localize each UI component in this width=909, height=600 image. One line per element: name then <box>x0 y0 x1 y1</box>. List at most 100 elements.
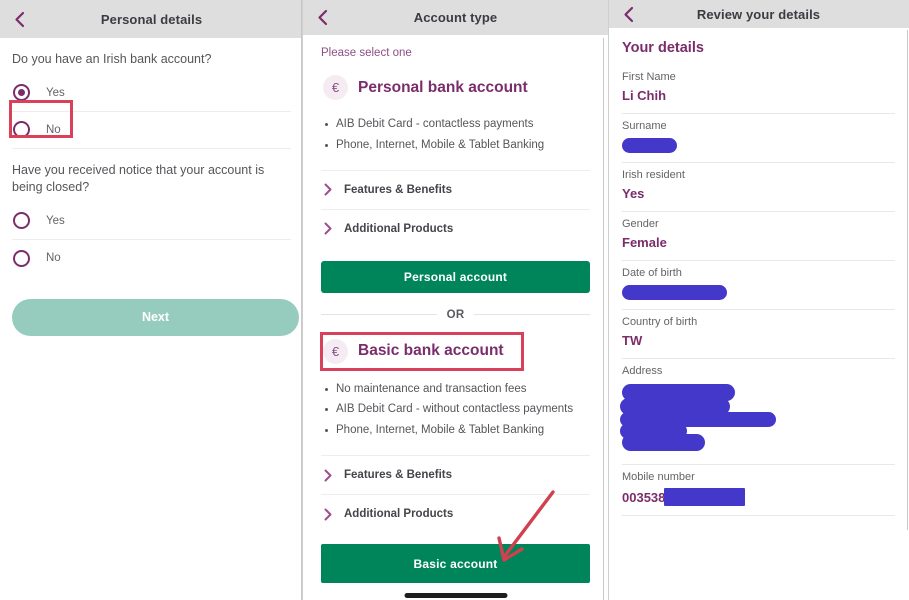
expander-personal-features-benefits[interactable]: Features & Benefits <box>321 169 590 209</box>
panel-review-details: Review your details Your details First N… <box>608 0 909 600</box>
detail-row-irish-resident: Irish resident Yes <box>622 163 895 213</box>
divider-line-right <box>474 314 591 316</box>
back-button-account-type[interactable] <box>313 9 331 27</box>
account-type-list: Please select one € Personal bank accoun… <box>303 47 608 584</box>
account-option-personal[interactable]: € Personal bank account AIB Debit Card -… <box>321 72 590 293</box>
account-option-basic-title: Basic bank account <box>358 342 504 360</box>
detail-label: Irish resident <box>622 169 685 182</box>
radio-option-closed-no[interactable]: No <box>12 240 291 277</box>
header-account-type: Account type <box>303 0 608 35</box>
expander-label: Features & Benefits <box>344 469 453 482</box>
detail-label: First Name <box>622 71 676 83</box>
select-prompt: Please select one <box>321 47 412 59</box>
next-button[interactable]: Next <box>12 298 299 336</box>
radio-icon-selected <box>13 84 30 102</box>
detail-label: Gender <box>622 218 659 231</box>
account-option-personal-features: AIB Debit Card - contactless payments Ph… <box>321 116 590 155</box>
personal-details-form: Do you have an Irish bank account? Yes N… <box>0 51 303 336</box>
header-personal-details: Personal details <box>0 0 303 38</box>
detail-label: Address <box>622 365 663 378</box>
page-title-personal-details: Personal details <box>100 11 203 27</box>
scrollbar-panel-2[interactable] <box>603 38 604 600</box>
list-item: Phone, Internet, Mobile & Tablet Banking <box>325 422 590 440</box>
expander-basic-features-benefits[interactable]: Features & Benefits <box>321 455 590 494</box>
euro-icon: € <box>323 75 348 100</box>
page-title-review-details: Review your details <box>696 6 821 22</box>
home-indicator <box>404 593 507 598</box>
detail-row-first-name: First Name Li Chih <box>622 65 895 114</box>
radio-label-irish-no: No <box>46 123 61 136</box>
detail-value: 003538 <box>622 488 895 507</box>
account-option-personal-title: Personal bank account <box>358 78 528 96</box>
list-item: AIB Debit Card - contactless payments <box>325 116 590 134</box>
radio-label-irish-yes: Yes <box>46 86 65 99</box>
page-title-account-type: Account type <box>413 10 498 25</box>
redaction-block <box>664 488 746 507</box>
review-details-list: Your details First Name Li Chih Surname … <box>608 40 909 517</box>
divider-2 <box>608 0 609 600</box>
chevron-left-icon <box>317 9 327 26</box>
detail-value: Female <box>622 235 667 251</box>
question-account-closed: Have you received notice that your accou… <box>12 162 265 194</box>
back-button-personal-details[interactable] <box>10 10 28 28</box>
panel-account-type: Account type Please select one € Persona… <box>303 0 608 600</box>
detail-row-address: Address <box>620 359 895 466</box>
account-option-personal-header: € Personal bank account <box>321 72 590 103</box>
radio-icon-unselected <box>13 212 30 230</box>
detail-value-redacted <box>622 137 895 154</box>
detail-row-gender: Gender Female <box>622 212 895 262</box>
detail-row-mobile-number: Mobile number 003538 <box>622 465 895 517</box>
back-button-review-details[interactable] <box>619 5 637 23</box>
expander-basic-additional-products[interactable]: Additional Products <box>321 494 590 533</box>
radio-label-closed-no: No <box>46 252 61 265</box>
header-review-details: Review your details <box>608 0 909 28</box>
detail-label: Date of birth <box>622 267 682 280</box>
radio-icon-unselected <box>13 121 30 139</box>
euro-icon: € <box>323 338 348 364</box>
list-item: Phone, Internet, Mobile & Tablet Banking <box>325 137 590 155</box>
radio-icon-unselected <box>13 249 30 267</box>
detail-label: Surname <box>622 120 667 132</box>
divider-line-left <box>321 314 437 316</box>
expander-personal-additional-products[interactable]: Additional Products <box>321 208 590 248</box>
account-option-basic-header: € Basic bank account <box>321 333 590 370</box>
detail-row-surname: Surname <box>622 114 895 164</box>
detail-label: Country of birth <box>622 316 698 329</box>
list-item: No maintenance and transaction fees <box>325 381 590 399</box>
or-label: OR <box>446 308 465 321</box>
radio-option-closed-yes[interactable]: Yes <box>12 203 291 240</box>
chevron-left-icon <box>14 11 24 27</box>
account-option-basic[interactable]: € Basic bank account No maintenance and … <box>321 333 590 584</box>
redaction-block <box>622 434 705 452</box>
radio-option-irish-no[interactable]: No <box>12 112 291 149</box>
list-item: AIB Debit Card - without contactless pay… <box>325 401 590 419</box>
radio-option-irish-yes[interactable]: Yes <box>12 75 291 112</box>
detail-value: TW <box>622 333 643 349</box>
detail-value-redacted <box>622 284 895 301</box>
or-divider: OR <box>321 308 591 321</box>
personal-account-button[interactable]: Personal account <box>321 260 590 293</box>
chevron-left-icon <box>623 6 633 22</box>
radio-label-closed-yes: Yes <box>46 214 65 227</box>
question-irish-bank-account: Do you have an Irish bank account? <box>12 52 212 66</box>
expander-label: Features & Benefits <box>344 183 453 196</box>
redaction-block <box>622 138 677 154</box>
basic-account-button[interactable]: Basic account <box>321 544 590 584</box>
chevron-right-icon <box>323 183 333 196</box>
expander-label: Additional Products <box>344 508 454 521</box>
divider-1 <box>302 0 303 600</box>
chevron-right-icon <box>323 469 333 482</box>
detail-value: Li Chih <box>622 88 667 103</box>
redaction-block <box>622 285 727 301</box>
detail-row-date-of-birth: Date of birth <box>622 261 895 311</box>
detail-value-redacted <box>620 382 895 452</box>
scrollbar-panel-3[interactable] <box>907 30 908 530</box>
detail-row-country-of-birth: Country of birth TW <box>622 310 895 360</box>
chevron-right-icon <box>323 508 333 521</box>
chevron-right-icon <box>323 222 333 235</box>
panel-personal-details: Personal details Do you have an Irish ba… <box>0 0 303 600</box>
account-option-basic-features: No maintenance and transaction fees AIB … <box>321 381 590 440</box>
section-title-your-details: Your details <box>622 40 704 56</box>
mobile-number-prefix: 003538 <box>622 489 666 505</box>
detail-value: Yes <box>622 186 645 202</box>
